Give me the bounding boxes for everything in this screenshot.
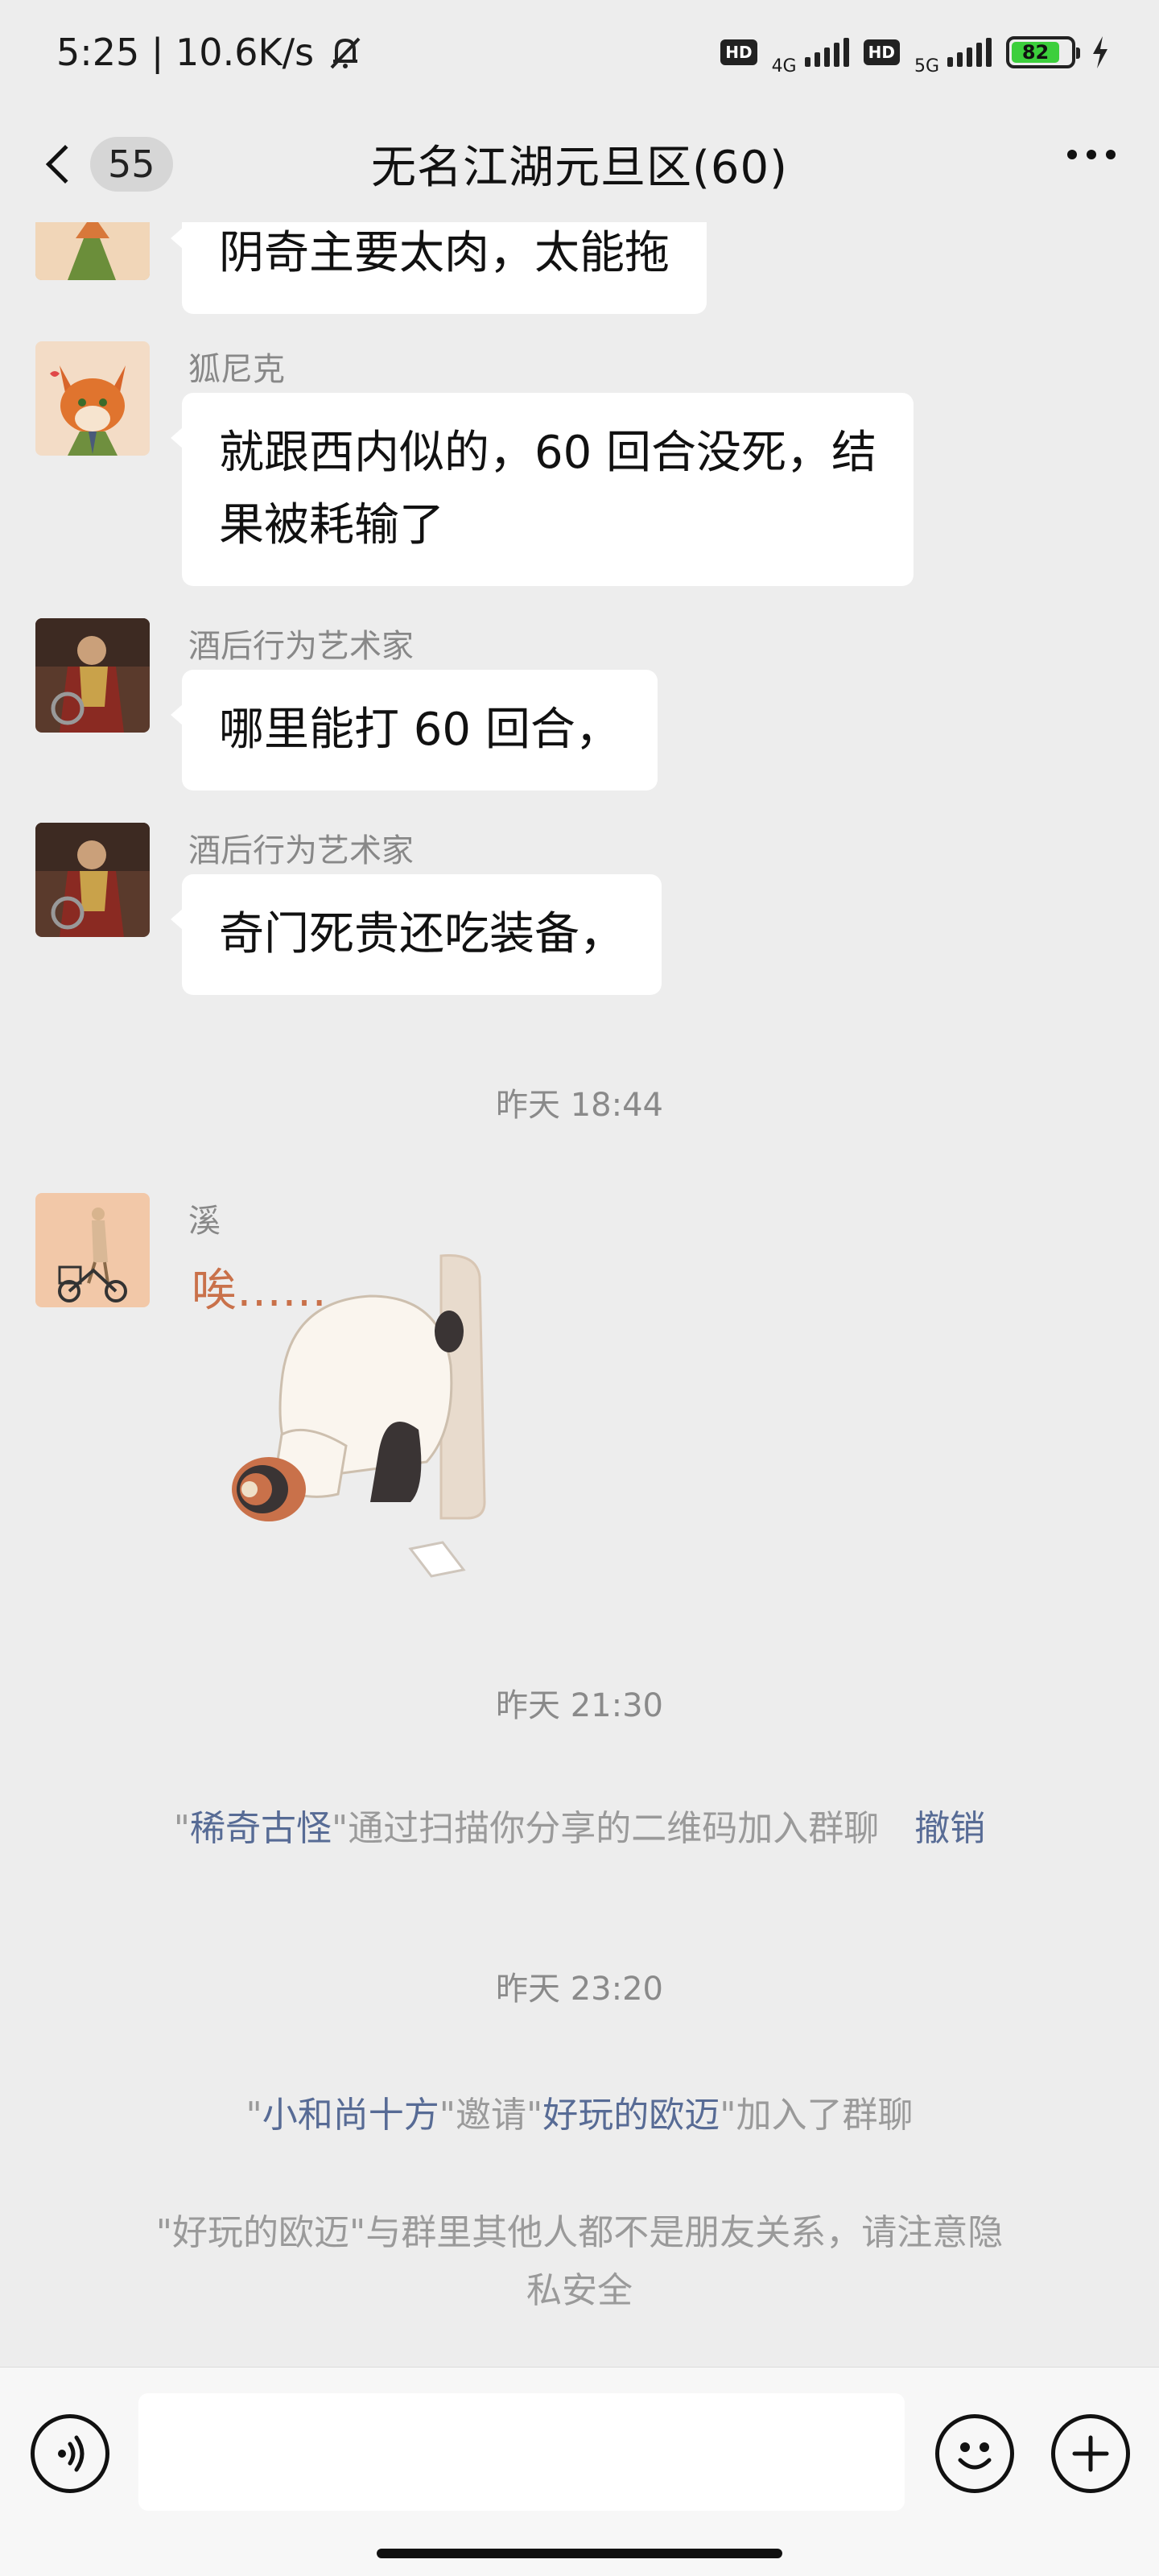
chat-title: 无名江湖元旦区(60): [371, 141, 788, 194]
avatar[interactable]: [35, 1193, 150, 1307]
voice-wave-icon: [58, 2435, 85, 2472]
network-type-4g: 4G: [771, 56, 797, 76]
emoji-button[interactable]: [935, 2414, 1014, 2493]
message-text: 哪里能打 60 回合，: [219, 704, 621, 756]
battery-level: 82: [1012, 42, 1060, 63]
system-message-warning: "好玩的欧迈"与群里其他人都不是朋友关系，请注意隐 私安全: [80, 2204, 1079, 2320]
avatar[interactable]: [35, 823, 150, 937]
mute-bell-icon: [330, 37, 361, 69]
back-button[interactable]: 55: [43, 137, 173, 192]
back-chevron-icon: [45, 144, 85, 184]
more-options-button[interactable]: [1067, 150, 1116, 159]
status-time-speed: 5:25 | 10.6K/s: [56, 31, 315, 74]
message-text: 阴奇主要太肉，太能拖: [219, 227, 670, 279]
timestamp-divider: 昨天 18:44: [496, 1087, 663, 1124]
charging-icon: [1093, 36, 1107, 68]
message-text-line: 就跟西内似的，60 回合没死，结: [219, 427, 877, 479]
smiley-icon: [958, 2442, 992, 2470]
avatar[interactable]: [35, 341, 150, 456]
unread-count-badge: 55: [90, 137, 173, 192]
title-bar: 55 无名江湖元旦区(60): [0, 105, 1159, 222]
system-text: 通过扫描你分享的二维码加入群聊: [348, 1808, 880, 1849]
voice-input-button[interactable]: [31, 2414, 109, 2493]
member-name-link[interactable]: 稀奇古怪: [190, 1808, 332, 1849]
sender-name: 溪: [188, 1203, 221, 1240]
timestamp-divider: 昨天 21:30: [496, 1687, 663, 1724]
signal-icon: [804, 38, 849, 67]
sender-name: 酒后行为艺术家: [188, 628, 414, 665]
message-text-line: 果被耗输了: [219, 499, 444, 551]
system-text: "邀请": [439, 2095, 543, 2136]
message-text: 奇门死贵还吃装备，: [219, 908, 625, 960]
quote-mark: ": [332, 1808, 349, 1849]
monk-photo-avatar-icon: [35, 823, 150, 937]
more-functions-button[interactable]: [1051, 2414, 1130, 2493]
message-input[interactable]: [138, 2393, 905, 2511]
fox-avatar-icon: [35, 341, 150, 456]
hd-badge-2: HD: [863, 39, 900, 65]
system-message-invite: "小和尚十方"邀请"好玩的欧迈"加入了群聊: [80, 2087, 1079, 2145]
chat-message-list[interactable]: 阴奇主要太肉，太能拖 狐尼克 就跟西内似的，60 回合没死，结 果被耗输了 酒后…: [0, 222, 1159, 2367]
warning-line: "好玩的欧迈"与群里其他人都不是朋友关系，请注意隐: [155, 2212, 1004, 2253]
sticker-caption: 唉……: [192, 1265, 327, 1317]
avatar[interactable]: [35, 618, 150, 733]
status-right: HD 4G HD 5G 82: [720, 29, 1111, 76]
message-bubble[interactable]: 哪里能打 60 回合，: [171, 670, 658, 791]
avatar[interactable]: [35, 222, 150, 280]
warning-line: 私安全: [526, 2270, 633, 2311]
quote-mark: ": [245, 2095, 262, 2136]
more-dot-icon: [1067, 150, 1077, 159]
timestamp-divider: 昨天 23:20: [496, 1971, 663, 2008]
sticker-image[interactable]: 唉……: [185, 1245, 531, 1599]
inviter-name-link[interactable]: 小和尚十方: [262, 2095, 439, 2136]
signal-icon-2: [947, 38, 992, 67]
input-bar: [0, 2367, 1159, 2576]
message-bubble[interactable]: 就跟西内似的，60 回合没死，结 果被耗输了: [170, 393, 914, 586]
more-dot-icon: [1106, 150, 1116, 159]
home-indicator[interactable]: [377, 2549, 782, 2558]
revoke-link[interactable]: 撤销: [914, 1808, 985, 1849]
fox-avatar-icon: [35, 222, 150, 280]
message-bubble[interactable]: 阴奇主要太肉，太能拖: [171, 222, 707, 314]
hd-badge: HD: [720, 39, 757, 65]
status-bar: 5:25 | 10.6K/s HD 4G HD 5G 82: [0, 0, 1159, 105]
more-dot-icon: [1087, 150, 1096, 159]
battery-icon: 82: [1006, 36, 1080, 68]
system-message-join: "稀奇古怪"通过扫描你分享的二维码加入群聊 撤销: [80, 1800, 1079, 1858]
network-type-5g: 5G: [914, 56, 939, 76]
status-left: 5:25 | 10.6K/s: [56, 31, 365, 74]
invitee-name-link[interactable]: 好玩的欧迈: [542, 2095, 720, 2136]
bicycle-illustration-avatar-icon: [35, 1193, 150, 1307]
monk-photo-avatar-icon: [35, 618, 150, 733]
sender-name: 狐尼克: [188, 351, 285, 388]
system-text: 加入了群聊: [736, 2095, 914, 2136]
quote-mark: ": [720, 2095, 736, 2136]
quote-mark: ": [173, 1808, 190, 1849]
plus-icon: [1072, 2435, 1109, 2472]
message-bubble[interactable]: 奇门死贵还吃装备，: [171, 874, 662, 995]
sender-name: 酒后行为艺术家: [188, 832, 414, 869]
